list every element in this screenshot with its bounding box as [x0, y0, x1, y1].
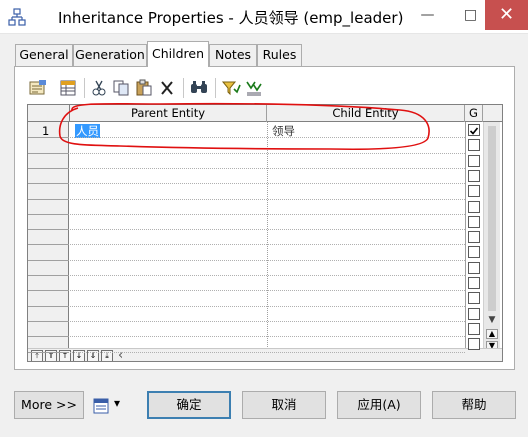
row-divider: [28, 199, 69, 200]
filter-icon[interactable]: [221, 79, 241, 97]
corner-cell: [28, 105, 70, 122]
find-icon[interactable]: [189, 79, 209, 97]
add-rows-icon[interactable]: [58, 79, 78, 97]
scroll-page-up-icon[interactable]: ▲: [486, 329, 498, 339]
generate-checkbox[interactable]: [468, 170, 480, 182]
row-divider: [28, 229, 69, 230]
row-divider: [28, 153, 69, 154]
generate-checkbox[interactable]: [468, 155, 480, 167]
cut-icon[interactable]: [89, 79, 109, 97]
tab-generation[interactable]: Generation: [73, 44, 147, 66]
scroll-down-arrow-icon[interactable]: ▼: [486, 315, 498, 325]
row-divider: [70, 306, 465, 307]
row-divider: [70, 229, 465, 230]
menu-dropdown[interactable]: ▾: [92, 396, 126, 416]
row-divider: [28, 352, 69, 353]
generate-checkbox[interactable]: [468, 216, 480, 228]
row-divider: [28, 168, 69, 169]
properties-icon[interactable]: [28, 79, 48, 97]
parent-entity-cell[interactable]: 人员: [75, 124, 100, 138]
generate-checkbox[interactable]: [468, 246, 480, 258]
close-button[interactable]: ✕: [485, 0, 528, 30]
toolbar-separator: [84, 78, 85, 98]
row-divider: [70, 321, 465, 322]
generate-checkbox[interactable]: [468, 201, 480, 213]
generate-checkbox[interactable]: [468, 323, 480, 335]
generate-checkbox[interactable]: [468, 292, 480, 304]
toolbar-separator: [215, 78, 216, 98]
row-divider: [70, 168, 465, 169]
generate-checkbox[interactable]: [468, 124, 480, 136]
grid-navigation-bar: ⤒ ⇑ ↑ ↓ ⇓ ⤓ ‹: [28, 348, 502, 361]
generate-checkbox[interactable]: [468, 308, 480, 320]
row-divider: [70, 244, 465, 245]
tab-notes[interactable]: Notes: [209, 44, 257, 66]
help-button[interactable]: 帮助: [432, 391, 516, 419]
children-grid[interactable]: Parent Entity Child Entity G 1 人员 领导 ▼ ▲…: [27, 104, 503, 362]
more-button[interactable]: More >>: [14, 391, 84, 419]
paste-icon[interactable]: [134, 79, 154, 97]
generate-checkbox[interactable]: [468, 262, 480, 274]
row-divider: [28, 321, 69, 322]
tab-children[interactable]: Children: [147, 41, 209, 67]
cancel-button[interactable]: 取消: [242, 391, 326, 419]
scroll-left-arrow-icon[interactable]: ‹: [118, 348, 123, 361]
row-divider: [70, 336, 465, 337]
vertical-scrollbar[interactable]: ▼ ▲ ▼: [483, 122, 500, 353]
window-title: Inheritance Properties - 人员领导 (emp_leade…: [58, 9, 404, 27]
column-header-generate[interactable]: G: [465, 105, 483, 122]
parent-entity-value[interactable]: 人员: [75, 124, 100, 138]
dropdown-arrow-icon: ▾: [114, 396, 121, 410]
row-divider: [28, 260, 69, 261]
copy-icon[interactable]: [111, 79, 131, 97]
tab-general[interactable]: General: [15, 44, 73, 66]
column-divider: [465, 122, 466, 353]
row-divider: [28, 290, 69, 291]
customize-columns-icon[interactable]: [244, 79, 264, 97]
row-divider: [28, 137, 69, 138]
window-menu-icon: [93, 398, 109, 414]
row-divider: [70, 153, 465, 154]
delete-icon[interactable]: [157, 79, 177, 97]
row-divider: [70, 199, 465, 200]
tab-rules[interactable]: Rules: [257, 44, 302, 66]
child-entity-cell[interactable]: 领导: [272, 124, 295, 138]
row-divider: [28, 336, 69, 337]
row-divider: [28, 183, 69, 184]
generate-checkbox[interactable]: [468, 231, 480, 243]
row-divider: [28, 306, 69, 307]
column-divider: [267, 122, 268, 353]
row-divider: [70, 137, 465, 138]
generate-checkbox[interactable]: [468, 338, 480, 350]
row-divider: [28, 275, 69, 276]
title-bar: Inheritance Properties - 人员领导 (emp_leade…: [0, 0, 528, 34]
row-divider: [70, 290, 465, 291]
row-divider: [70, 275, 465, 276]
row-divider: [70, 260, 465, 261]
generate-checkbox[interactable]: [468, 277, 480, 289]
hierarchy-icon: [8, 8, 26, 26]
generate-checkbox[interactable]: [468, 185, 480, 197]
generate-checkbox[interactable]: [468, 139, 480, 151]
ok-button[interactable]: 确定: [147, 391, 231, 419]
row-divider: [70, 183, 465, 184]
toolbar-separator: [183, 78, 184, 98]
row-number: 1: [42, 124, 50, 138]
column-header-child-entity[interactable]: Child Entity: [267, 105, 465, 122]
row-divider: [28, 244, 69, 245]
row-divider: [70, 352, 465, 353]
row-divider: [28, 214, 69, 215]
column-header-parent-entity[interactable]: Parent Entity: [70, 105, 267, 122]
minimize-button[interactable]: —: [405, 0, 450, 30]
apply-button[interactable]: 应用(A): [337, 391, 421, 419]
scroll-thumb[interactable]: [488, 126, 496, 311]
row-divider: [70, 214, 465, 215]
grid-header: Parent Entity Child Entity G: [28, 105, 502, 122]
row-number-column: [28, 122, 69, 353]
